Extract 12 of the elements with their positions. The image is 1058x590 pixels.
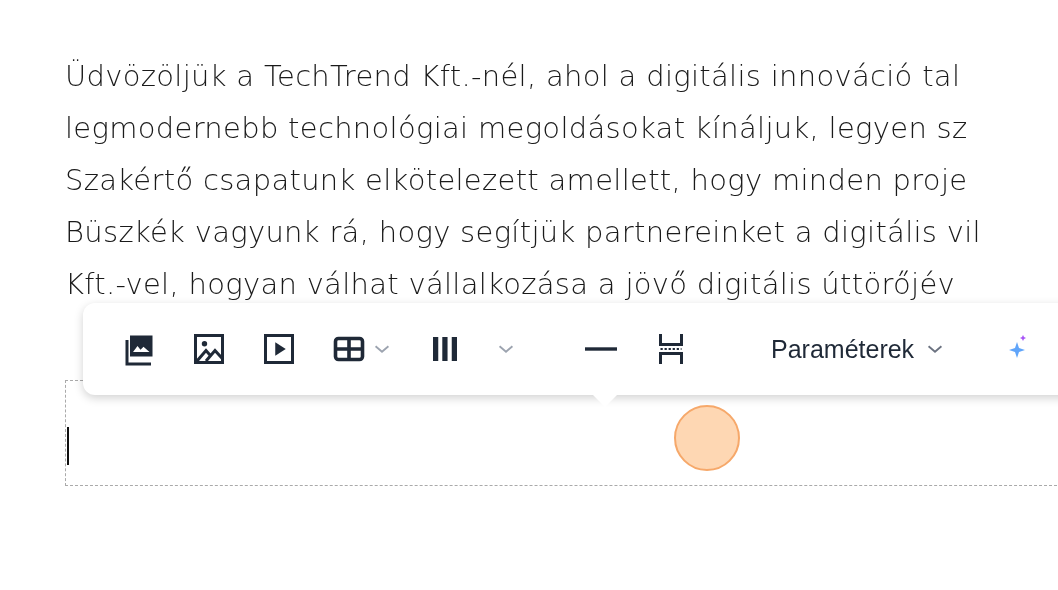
paragraph-line: Üdvözöljük a TechTrend Kft.-nél, ahol a digitális innováció tal xyxy=(65,58,962,95)
parameters-dropdown[interactable]: Paraméterek xyxy=(771,334,947,364)
paragraph-line: Kft.-vel, hogyan válhat vállalkozása a jövő digitális úttörőjév xyxy=(65,266,957,300)
paragraph-line: Büszkék vagyunk rá, hogy segítjük partnereinket a digitális vil xyxy=(65,214,982,251)
paragraph-line: Szakértő csapatunk elkötelezett amellett, hogy minden proje xyxy=(65,162,969,199)
play-icon xyxy=(261,331,297,367)
text-cursor xyxy=(67,427,69,465)
paragraph-line: legmodernebb technológiai megoldásokat kínáljuk, legyen sz xyxy=(65,110,969,147)
video-button[interactable] xyxy=(261,331,297,367)
horizontal-line-icon xyxy=(585,347,617,351)
image-button[interactable] xyxy=(191,331,227,367)
image-icon xyxy=(191,331,227,367)
